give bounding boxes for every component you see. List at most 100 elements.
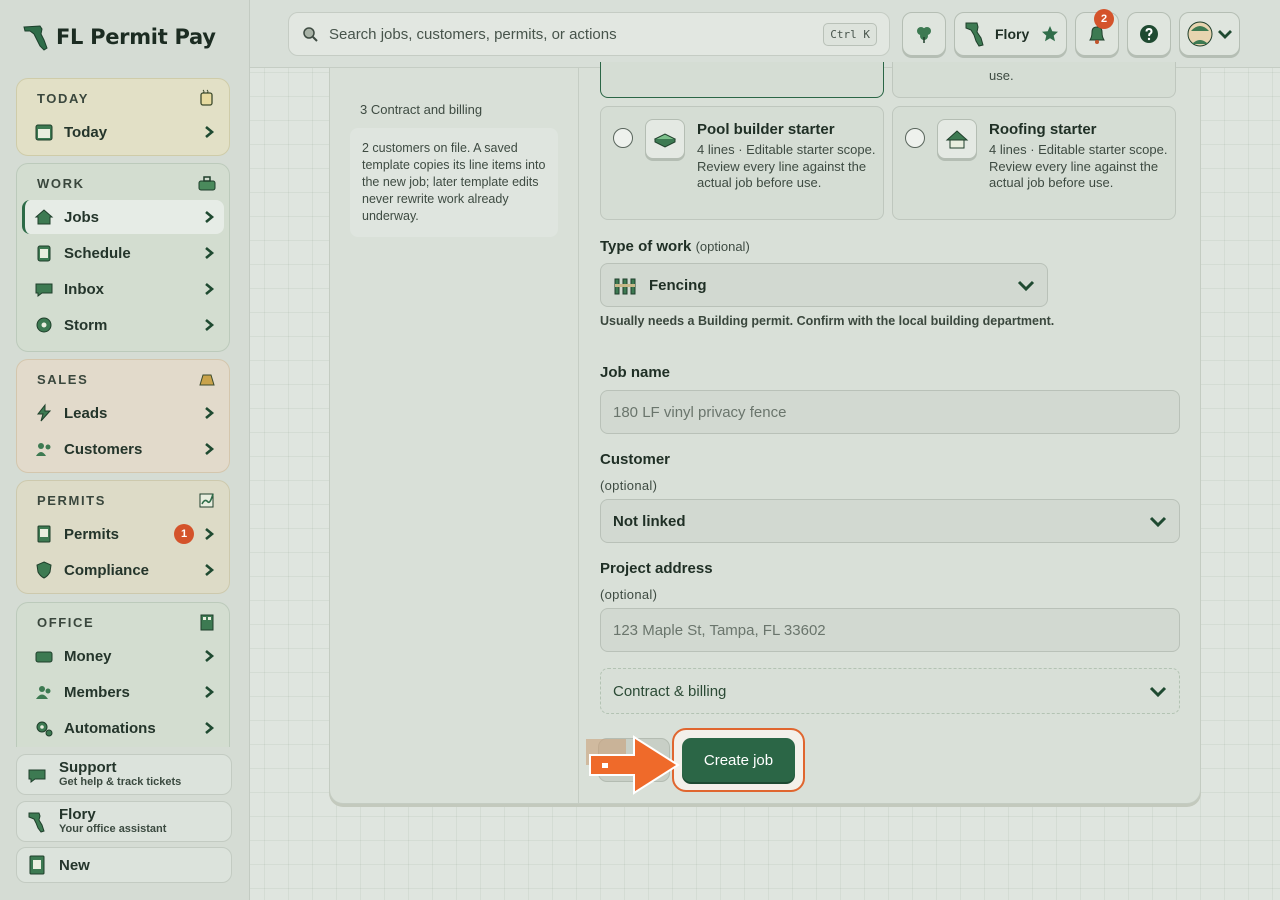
chevron-right-icon — [205, 283, 215, 295]
office-building-icon — [200, 614, 214, 631]
team-icon — [36, 686, 51, 699]
chevron-right-icon — [205, 443, 215, 455]
step-contract-billing[interactable]: 3 Contract and billing — [360, 102, 482, 117]
flory-card[interactable]: Flory Your office assistant — [16, 801, 232, 842]
template-desc-partial: use. — [989, 68, 1014, 83]
template-card-pool[interactable]: Pool builder starter 4 lines · Editable … — [600, 106, 884, 220]
help-icon — [1140, 25, 1158, 43]
chevron-right-icon — [205, 319, 215, 331]
section-title-office: OFFICE — [37, 614, 95, 630]
new-doc-icon — [29, 855, 45, 875]
help-button[interactable] — [1127, 12, 1171, 56]
customer-select[interactable]: Not linked — [600, 499, 1180, 543]
chevron-down-icon — [1217, 30, 1232, 39]
nav-section-permits: PERMITS Permits 1 Compliance — [16, 480, 230, 594]
sidebar-item-compliance[interactable]: Compliance — [22, 553, 224, 587]
sidebar: FL Permit Pay TODAY Today WORK Jobs Sche… — [0, 0, 250, 900]
sidebar-item-label: Automations — [64, 719, 156, 737]
support-card[interactable]: Support Get help & track tickets — [16, 754, 232, 795]
sidebar-item-members[interactable]: Members — [22, 675, 224, 709]
florida-assistant-icon — [28, 812, 45, 833]
nav-section-today: TODAY Today — [16, 78, 230, 156]
job-name-placeholder: 180 LF vinyl privacy fence — [613, 403, 787, 421]
sidebar-item-label: Today — [64, 123, 108, 141]
job-name-input[interactable]: 180 LF vinyl privacy fence — [600, 390, 1180, 434]
sidebar-item-label: Permits — [64, 525, 120, 543]
sidebar-item-schedule[interactable]: Schedule — [22, 236, 224, 270]
florida-assistant-icon — [965, 22, 984, 47]
search-bar[interactable]: Search jobs, customers, permits, or acti… — [288, 12, 890, 56]
new-label: New — [59, 856, 90, 874]
optional-tag: (optional) — [695, 239, 750, 254]
steps-panel: 3 Contract and billing 2 customers on fi… — [330, 68, 579, 803]
florida-logo-icon — [23, 25, 48, 51]
calendar-icon — [35, 124, 53, 141]
nav-section-office: OFFICE Money Members Automations — [16, 602, 230, 747]
gears-icon — [36, 721, 53, 737]
sidebar-item-customers[interactable]: Customers — [22, 432, 224, 466]
flory-subtitle: Your office assistant — [59, 822, 167, 835]
pool-icon — [645, 119, 685, 159]
project-address-optional: (optional) — [600, 587, 658, 602]
section-title-today: TODAY — [37, 90, 90, 106]
create-job-button[interactable]: Create job — [672, 728, 805, 792]
template-card-roofing[interactable]: Roofing starter 4 lines · Editable start… — [892, 106, 1176, 220]
notifications-button[interactable]: 2 — [1075, 9, 1119, 56]
sidebar-item-money[interactable]: Money — [22, 639, 224, 673]
template-radio[interactable] — [905, 128, 925, 148]
sidebar-item-storm[interactable]: Storm — [22, 308, 224, 342]
type-of-work-label: Type of work (optional) — [600, 238, 750, 255]
clover-button[interactable] — [902, 12, 946, 56]
toolbox-icon — [198, 176, 216, 191]
type-of-work-value: Fencing — [649, 276, 707, 294]
template-desc: 4 lines · Editable starter scope. Review… — [697, 142, 876, 190]
chevron-right-icon — [205, 247, 215, 259]
clover-icon — [917, 27, 931, 43]
template-card-partial[interactable]: use. — [892, 62, 1176, 98]
sidebar-item-automations[interactable]: Automations — [22, 711, 224, 745]
chevron-down-icon — [1149, 516, 1167, 528]
clipboard-icon — [37, 245, 51, 262]
sidebar-item-leads[interactable]: Leads — [22, 396, 224, 430]
section-title-work: WORK — [37, 175, 85, 191]
permits-count-badge: 1 — [174, 524, 194, 544]
customer-label: Customer — [600, 451, 671, 468]
pointer-arrow-icon — [586, 735, 680, 795]
permit-doc-icon — [37, 525, 51, 543]
sidebar-item-inbox[interactable]: Inbox — [22, 272, 224, 306]
contract-billing-toggle[interactable]: Contract & billing — [600, 668, 1180, 714]
search-shortcut: Ctrl K — [823, 22, 877, 46]
sidebar-item-jobs[interactable]: Jobs — [22, 200, 224, 234]
template-card-selected[interactable] — [600, 62, 884, 98]
roof-icon — [937, 119, 977, 159]
support-title: Support — [59, 758, 117, 776]
lightning-icon — [36, 403, 52, 422]
topbar: Search jobs, customers, permits, or acti… — [250, 0, 1280, 68]
template-radio[interactable] — [613, 128, 633, 148]
chevron-right-icon — [205, 407, 215, 419]
brand[interactable]: FL Permit Pay — [22, 22, 216, 52]
type-of-work-select[interactable]: Fencing — [600, 263, 1048, 307]
chevron-right-icon — [205, 650, 215, 662]
nav-section-work: WORK Jobs Schedule Inbox Storm — [16, 163, 230, 352]
house-icon — [34, 209, 54, 225]
chevron-right-icon — [205, 686, 215, 698]
money-bag-icon — [199, 374, 215, 386]
coffee-icon — [200, 89, 213, 106]
job-name-label: Job name — [600, 364, 671, 381]
people-icon — [36, 443, 51, 456]
chevron-right-icon — [205, 211, 215, 223]
assistant-button[interactable]: Flory — [954, 12, 1067, 56]
sidebar-item-today[interactable]: Today — [22, 115, 224, 149]
chevron-right-icon — [205, 528, 215, 540]
sidebar-item-label: Storm — [64, 316, 108, 334]
project-address-placeholder: 123 Maple St, Tampa, FL 33602 — [613, 621, 826, 639]
sidebar-item-label: Leads — [64, 404, 108, 422]
create-job-label: Create job — [682, 738, 795, 782]
new-button[interactable]: New — [16, 847, 232, 883]
avatar — [1187, 21, 1212, 47]
sidebar-item-permits[interactable]: Permits 1 — [22, 517, 224, 551]
project-address-input[interactable]: 123 Maple St, Tampa, FL 33602 — [600, 608, 1180, 652]
user-menu-button[interactable] — [1179, 12, 1240, 56]
brand-name: FL Permit Pay — [56, 25, 216, 49]
